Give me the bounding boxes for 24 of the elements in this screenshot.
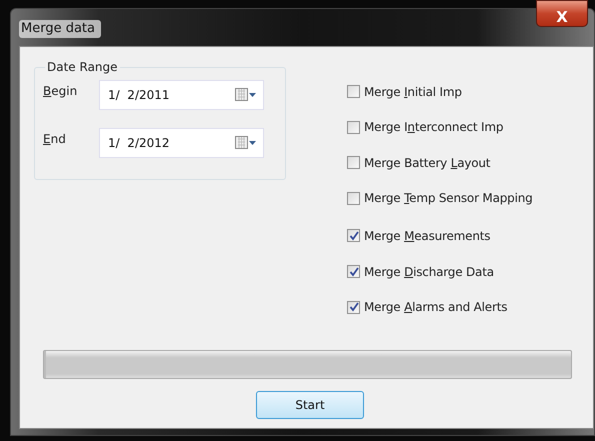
calendar-dropdown-icon[interactable] xyxy=(235,136,257,150)
checkbox-label[interactable]: Merge Alarms and Alerts xyxy=(364,300,508,314)
checkbox-label[interactable]: Merge Temp Sensor Mapping xyxy=(364,191,533,206)
checkbox-label[interactable]: Merge Interconnect Imp xyxy=(364,120,504,134)
checkbox[interactable] xyxy=(347,265,360,278)
checkbox[interactable] xyxy=(347,229,360,242)
field-label: Begin xyxy=(43,84,78,98)
date-picker[interactable]: 1/ 2/2012 xyxy=(99,128,264,158)
start-button[interactable]: Start xyxy=(256,391,364,419)
field-label: End xyxy=(43,132,67,146)
group-title: Date Range xyxy=(46,60,119,74)
date-picker[interactable]: 1/ 2/2011 xyxy=(99,80,264,110)
checkbox[interactable] xyxy=(347,85,360,98)
checkbox[interactable] xyxy=(347,300,360,314)
checkbox-label[interactable]: Merge Initial Imp xyxy=(364,84,462,99)
close-button[interactable]: X xyxy=(536,0,588,27)
checkbox-label[interactable]: Merge Discharge Data xyxy=(364,264,494,279)
checkbox[interactable] xyxy=(347,120,360,134)
checkbox-label[interactable]: Merge Measurements xyxy=(364,228,490,242)
calendar-dropdown-icon[interactable] xyxy=(235,88,257,102)
checkbox[interactable] xyxy=(347,156,360,170)
checkbox-label[interactable]: Merge Battery Layout xyxy=(364,156,490,170)
window-title: Merge data xyxy=(19,20,101,38)
checkbox[interactable] xyxy=(347,192,360,205)
